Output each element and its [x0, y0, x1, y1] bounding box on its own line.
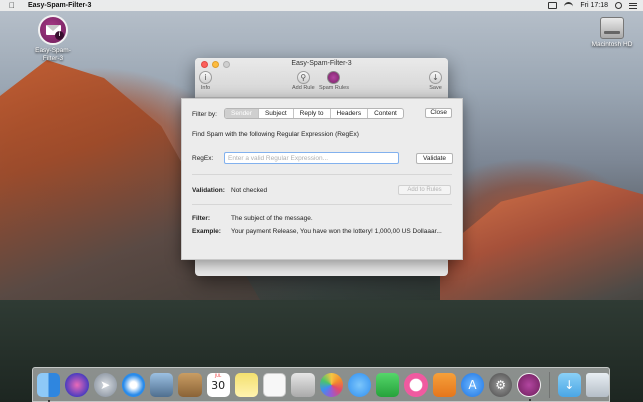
dock-messages-icon[interactable]: [347, 372, 372, 397]
spam-filter-icon: i: [38, 15, 68, 45]
running-indicator: [48, 399, 50, 402]
filter-by-segmented-control: Sender Subject Reply to Headers Content: [224, 108, 404, 119]
divider: [192, 204, 452, 205]
dock-itunes-icon[interactable]: ♫: [404, 372, 428, 397]
info-icon: i: [199, 71, 212, 84]
dock: ➤ JUL 30 ♫ A ⚙ ↓: [32, 367, 610, 402]
airplay-icon[interactable]: [548, 2, 558, 9]
regex-input[interactable]: [224, 152, 399, 164]
divider: [192, 174, 452, 175]
example-text: Your payment Release, You have won the l…: [231, 228, 442, 235]
info-label: Info: [200, 85, 211, 91]
dock-calendar-icon[interactable]: JUL 30: [206, 372, 230, 397]
menu-app-name[interactable]: Easy-Spam-Filter-3: [28, 2, 91, 9]
validation-label: Validation:: [192, 187, 225, 194]
desktop-app-icon[interactable]: i Easy-Spam-Filter-3: [28, 15, 78, 63]
dock-downloads-folder-icon[interactable]: ↓: [557, 372, 581, 397]
add-to-rules-button[interactable]: Add to Rules: [398, 185, 451, 195]
segment-sender[interactable]: Sender: [225, 109, 259, 118]
info-button[interactable]: i Info: [199, 71, 212, 91]
validate-button[interactable]: Validate: [416, 153, 453, 164]
dock-safari-icon[interactable]: [121, 372, 145, 397]
spam-rules-button[interactable]: Spam Rules: [319, 71, 349, 91]
running-indicator: [529, 398, 532, 401]
dock-facetime-icon[interactable]: [376, 372, 400, 397]
add-rule-sheet: Filter by: Sender Subject Reply to Heade…: [181, 98, 463, 260]
desktop-app-label: Easy-Spam-Filter-3: [35, 47, 71, 62]
menu-bar:  Easy-Spam-Filter-3 Fri 17:18: [0, 0, 643, 11]
magnifier-icon: ⚲: [296, 71, 310, 84]
info-badge: i: [55, 31, 64, 40]
calendar-day: 30: [211, 378, 226, 392]
segment-subject[interactable]: Subject: [259, 109, 294, 118]
segment-headers[interactable]: Headers: [331, 109, 369, 118]
example-label: Example:: [192, 228, 221, 235]
filter-by-label: Filter by:: [192, 111, 217, 118]
dock-app-store-icon[interactable]: A: [460, 372, 485, 397]
dock-easy-spam-filter-icon[interactable]: [517, 372, 541, 401]
menu-clock[interactable]: Fri 17:18: [580, 2, 608, 9]
segment-content[interactable]: Content: [368, 109, 403, 118]
dock-contacts-icon[interactable]: [178, 372, 202, 397]
download-icon: ↓: [429, 71, 442, 84]
dock-trash-icon[interactable]: [585, 372, 610, 397]
dock-photos-icon[interactable]: [319, 372, 343, 397]
spotlight-icon[interactable]: [615, 2, 622, 9]
apple-icon[interactable]: : [9, 1, 16, 10]
instruction-text: Find Spam with the following Regular Exp…: [192, 131, 359, 138]
wifi-icon[interactable]: [564, 2, 574, 9]
hard-drive-icon: [600, 17, 624, 39]
dock-separator: [548, 371, 550, 398]
spam-rules-icon: [327, 71, 341, 84]
dock-notes-icon[interactable]: [234, 372, 258, 397]
dock-preview-icon[interactable]: [150, 372, 174, 397]
desktop-drive-label: Macintosh HD: [591, 41, 633, 48]
filter-label: Filter:: [192, 215, 211, 222]
dock-reminders-icon[interactable]: [263, 372, 287, 397]
segment-reply-to[interactable]: Reply to: [294, 109, 331, 118]
dock-photo-booth-icon[interactable]: [291, 372, 315, 397]
window-title: Easy-Spam-Filter-3: [291, 60, 352, 67]
spam-rules-label: Spam Rules: [319, 85, 349, 91]
validation-status: Not checked: [231, 187, 268, 194]
window-titlebar[interactable]: Easy-Spam-Filter-3 i Info ⚲ Add Rule Spa…: [195, 58, 448, 98]
filter-description: The subject of the message.: [231, 215, 313, 222]
dock-launchpad-icon[interactable]: ➤: [93, 372, 117, 397]
save-label: Save: [429, 85, 442, 91]
dock-finder-icon[interactable]: [37, 372, 61, 402]
add-rule-button[interactable]: ⚲ Add Rule: [292, 71, 315, 91]
add-rule-label: Add Rule: [292, 85, 315, 91]
desktop-drive-icon[interactable]: Macintosh HD: [586, 17, 638, 48]
regex-label: RegEx:: [192, 155, 214, 162]
menu-bar-status: Fri 17:18: [548, 0, 637, 11]
notification-center-icon[interactable]: [629, 2, 637, 9]
dock-siri-icon[interactable]: [65, 372, 89, 397]
dock-system-preferences-icon[interactable]: ⚙: [489, 372, 513, 397]
save-button[interactable]: ↓ Save: [429, 71, 442, 91]
dock-ibooks-icon[interactable]: [432, 372, 456, 397]
close-button[interactable]: Close: [425, 108, 452, 118]
